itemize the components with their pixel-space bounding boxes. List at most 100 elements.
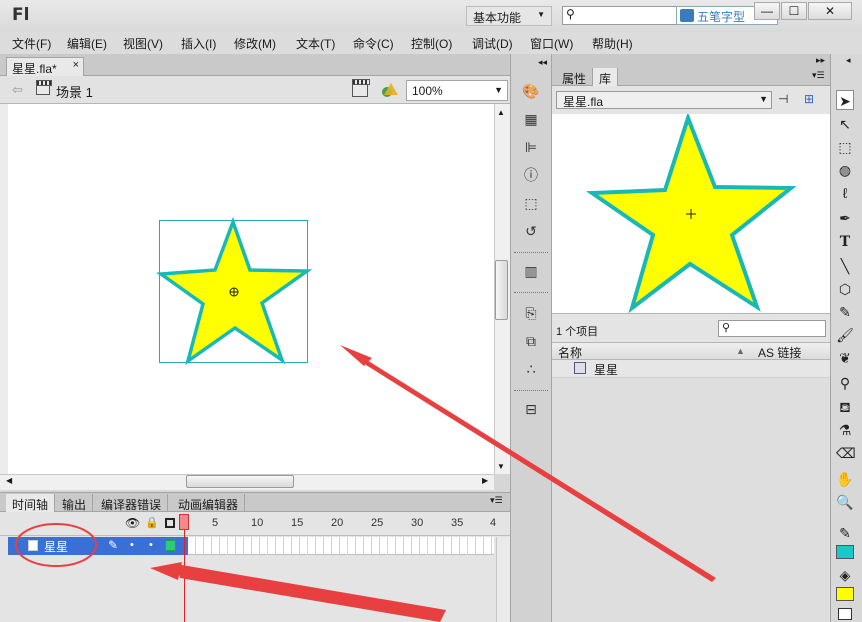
menu-file[interactable]: 文件(F) [12, 35, 51, 52]
polystar-tool-icon[interactable]: ⬡ [836, 279, 854, 299]
edit-symbols-icon[interactable] [380, 80, 400, 100]
document-tab[interactable]: 星星.fla* × [6, 57, 84, 76]
history-icon[interactable]: ↺ [522, 222, 540, 240]
back-arrow-icon[interactable]: ⇦ [12, 82, 23, 98]
timeline-vertical-scrollbar[interactable] [496, 537, 510, 622]
menu-commands[interactable]: 命令(C) [353, 35, 394, 52]
chevron-down-icon: ▼ [494, 85, 503, 95]
visibility-dot[interactable]: • [130, 539, 134, 551]
library-books-icon[interactable]: ▥ [522, 262, 540, 280]
library-item-name[interactable]: 星星 [594, 361, 618, 378]
ruler-tick: 4 [490, 517, 497, 529]
dock-separator [514, 252, 548, 256]
minimize-button[interactable]: — [754, 2, 780, 20]
panel-menu-icon[interactable]: ▾☰ [490, 495, 503, 506]
zoom-tool-icon[interactable]: 🔍 [836, 492, 854, 512]
paint-bucket-tool-icon[interactable]: ⛾ [836, 397, 854, 417]
ruler-tick: 10 [251, 517, 264, 529]
lock-dot[interactable]: • [149, 539, 153, 551]
edit-scene-icon[interactable] [352, 79, 370, 97]
maximize-button[interactable]: ☐ [781, 2, 807, 20]
subselection-tool-icon[interactable]: ↖ [836, 114, 854, 134]
column-name[interactable]: 名称 [558, 344, 582, 361]
fill-color-swatch[interactable] [836, 587, 854, 601]
menu-control[interactable]: 控制(O) [411, 35, 452, 52]
menu-help[interactable]: 帮助(H) [592, 35, 633, 52]
default-colors-icon[interactable] [838, 608, 852, 620]
library-file-select[interactable]: 星星.fla ▼ [556, 91, 772, 109]
scroll-down-icon[interactable]: ▼ [497, 462, 505, 471]
project-icon[interactable]: ⊟ [522, 400, 540, 418]
library-preview [552, 114, 830, 314]
eye-icon[interactable]: 👁 [125, 516, 140, 530]
zoom-select[interactable]: 100% ▼ [406, 80, 508, 101]
ime-logo-icon [680, 9, 694, 22]
color-wheel-icon[interactable]: 🎨 [522, 82, 540, 100]
hand-tool-icon[interactable]: ✋ [836, 469, 854, 489]
motion-presets-icon[interactable]: ∴ [522, 360, 540, 378]
menu-modify[interactable]: 修改(M) [234, 35, 276, 52]
scroll-up-icon[interactable]: ▲ [497, 108, 505, 117]
workspace-switcher[interactable]: 基本功能 ▼ [466, 6, 552, 26]
actions-icon[interactable]: ⎘ [522, 304, 540, 322]
stroke-color-icon: ✎ [839, 525, 851, 541]
line-tool-icon[interactable]: ╲ [836, 256, 854, 276]
transform-icon[interactable]: ⬚ [522, 194, 540, 212]
components-icon[interactable]: ⧉ [522, 332, 540, 350]
panel-menu-icon[interactable]: ▾☰ [812, 70, 825, 81]
pin-library-icon[interactable]: ⊣ [778, 92, 794, 108]
eyedropper-tool-icon[interactable]: ⚗ [836, 420, 854, 440]
menu-debug[interactable]: 调试(D) [472, 35, 513, 52]
stage-vertical-scroll-thumb[interactable] [495, 260, 508, 320]
close-tab-icon[interactable]: × [73, 59, 79, 71]
new-library-panel-icon[interactable]: ⊞ [804, 92, 822, 108]
eraser-tool-icon[interactable]: ⌫ [836, 443, 856, 463]
free-transform-tool-icon[interactable]: ⬚ [836, 137, 854, 157]
align-icon[interactable]: ⊫ [522, 138, 540, 156]
stage[interactable] [8, 104, 494, 474]
scroll-left-icon[interactable]: ◀ [6, 476, 12, 485]
info-icon[interactable]: ⓘ [522, 166, 540, 184]
tab-timeline[interactable]: 时间轴 [6, 494, 56, 512]
column-as-linkage[interactable]: AS 链接 [758, 344, 801, 361]
ruler-tick: 35 [451, 517, 464, 529]
tab-properties[interactable]: 属性 [556, 68, 594, 86]
playhead[interactable] [179, 514, 189, 622]
3d-rotation-tool-icon[interactable]: ◍ [836, 160, 854, 180]
sort-icon[interactable]: ▲ [736, 346, 745, 356]
ruler-tick: 20 [331, 517, 344, 529]
stroke-color-swatch[interactable] [836, 545, 854, 559]
layer-name[interactable]: 星星 [44, 538, 68, 555]
lasso-tool-icon[interactable]: ℓ [836, 183, 854, 203]
layer-outline-color[interactable] [165, 540, 176, 551]
close-button[interactable]: ✕ [808, 2, 852, 20]
menu-edit[interactable]: 编辑(E) [67, 35, 107, 52]
menu-view[interactable]: 视图(V) [123, 35, 163, 52]
menu-insert[interactable]: 插入(I) [181, 35, 216, 52]
swatches-icon[interactable]: ▦ [522, 110, 540, 128]
brush-tool-icon[interactable]: 🖌 [836, 325, 854, 345]
lock-icon[interactable]: 🔒 [145, 516, 159, 529]
selection-tool-icon[interactable]: ➤ [836, 90, 854, 110]
tab-motion-editor[interactable]: 动画编辑器 [172, 494, 246, 512]
menu-text[interactable]: 文本(T) [296, 35, 335, 52]
library-search-input[interactable]: ⚲ [718, 320, 826, 337]
pen-tool-icon[interactable]: ✒ [836, 208, 854, 228]
pencil-tool-icon[interactable]: ✎ [836, 302, 854, 322]
ruler-tick: 25 [371, 517, 384, 529]
tab-compiler-errors[interactable]: 编译器错误 [95, 494, 169, 512]
bone-tool-icon[interactable]: ⚲ [836, 373, 854, 393]
outline-icon[interactable] [165, 518, 175, 528]
scroll-right-icon[interactable]: ▶ [482, 476, 488, 485]
deco-tool-icon[interactable]: ❦ [836, 348, 854, 368]
chevron-down-icon: ▼ [759, 94, 768, 104]
expand-tools-icon[interactable]: ◂ [846, 55, 851, 66]
registration-point-icon [229, 287, 239, 297]
tab-output[interactable]: 输出 [56, 494, 94, 512]
tab-library[interactable]: 库 [593, 68, 619, 86]
stage-horizontal-scroll-thumb[interactable] [186, 475, 294, 488]
text-tool-icon[interactable]: T [836, 232, 854, 252]
collapse-panel-icon[interactable]: ▸▸ [816, 55, 825, 66]
expand-panels-icon[interactable]: ◂◂ [538, 57, 547, 68]
menu-window[interactable]: 窗口(W) [530, 35, 573, 52]
